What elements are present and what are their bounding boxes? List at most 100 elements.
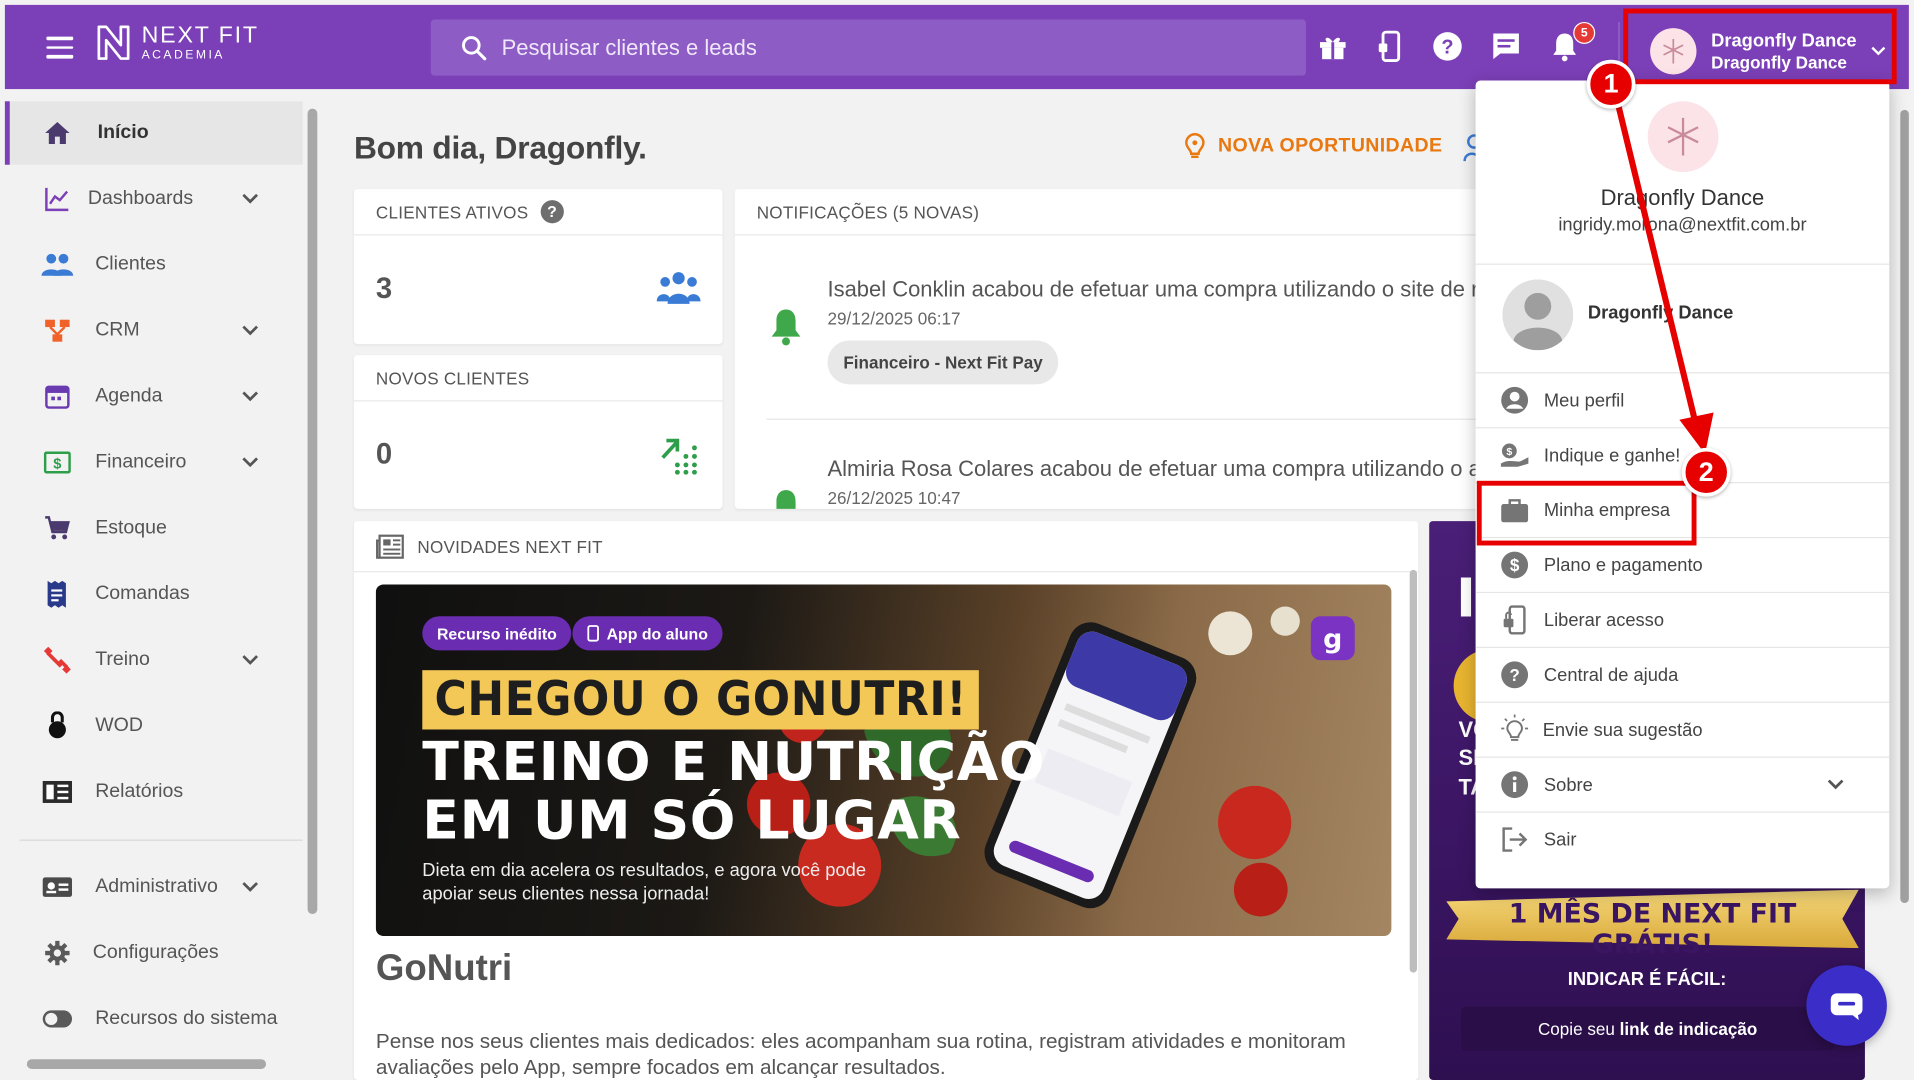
help-icon[interactable]: ? <box>1430 29 1464 63</box>
novos-clientes-card: NOVOS CLIENTES 0 <box>353 355 723 509</box>
sidebar-item-recursos[interactable]: Recursos do sistema <box>5 987 303 1050</box>
promo-subtitle: INDICAR É FÁCIL: <box>1567 968 1727 990</box>
calendar-icon <box>41 381 73 413</box>
sidebar-horizontal-scrollbar[interactable] <box>5 1054 303 1074</box>
sidebar-item-clientes[interactable]: Clientes <box>5 233 303 296</box>
news-text: Pense nos seus clientes mais dedicados: … <box>375 1029 1346 1080</box>
menu-item-liberar-acesso[interactable]: Liberar acesso <box>1476 593 1890 647</box>
chevron-down-icon <box>242 325 259 336</box>
chart-line-icon <box>41 183 73 215</box>
chat-support-button[interactable] <box>1806 965 1887 1046</box>
crm-icon <box>41 315 73 347</box>
gear-icon <box>41 937 73 969</box>
sidebar-item-label: Dashboards <box>87 187 194 209</box>
clientes-ativos-card: CLIENTES ATIVOS? 3 <box>353 189 723 345</box>
dragonfly-logo-icon <box>1663 39 1684 64</box>
briefcase-icon <box>1499 494 1531 526</box>
sidebar-item-label: Comandas <box>95 583 190 605</box>
id-card-icon <box>41 871 73 903</box>
chevron-down-icon <box>242 193 259 204</box>
nova-oportunidade-label: NOVA OPORTUNIDADE <box>1218 135 1443 157</box>
promo-cta-bold: link de indicação <box>1619 1018 1758 1039</box>
sidebar-item-label: Clientes <box>95 253 166 275</box>
chevron-down-icon <box>242 457 259 468</box>
news-scrollbar[interactable] <box>1409 569 1418 973</box>
annotation-step-1: 1 <box>1586 59 1636 109</box>
sidebar-item-label: WOD <box>95 715 143 736</box>
card-title: NOVIDADES NEXT FIT <box>417 536 603 556</box>
menu-item-label: Envie sua sugestão <box>1542 719 1703 741</box>
app-do-aluno-chip: App do aluno <box>572 616 723 651</box>
sidebar-item-label: Treino <box>95 649 150 670</box>
company-avatar <box>1650 28 1697 75</box>
profile-subname: Dragonfly Dance <box>1711 51 1847 72</box>
search-icon <box>462 36 487 61</box>
info-icon <box>1499 769 1531 801</box>
phone-icon <box>587 625 599 642</box>
card-title: CLIENTES ATIVOS <box>375 201 529 222</box>
notification-category-chip: Financeiro - Next Fit Pay <box>827 340 1059 385</box>
sidebar-item-treino[interactable]: Treino <box>5 628 303 691</box>
menu-item-envie-sugestao[interactable]: Envie sua sugestão <box>1476 703 1890 757</box>
sidebar-item-agenda[interactable]: Agenda <box>5 365 303 428</box>
sidebar-item-estoque[interactable]: Estoque <box>5 497 303 560</box>
search-bar[interactable] <box>430 19 1306 76</box>
account-circle-icon <box>1499 384 1531 416</box>
main-vertical-scrollbar[interactable] <box>1895 93 1913 1080</box>
cart-icon <box>41 513 73 545</box>
menu-item-sair[interactable]: Sair <box>1476 813 1890 867</box>
device-unlock-icon <box>1499 604 1531 636</box>
receipt-icon <box>41 578 73 610</box>
svg-text:g: g <box>1323 624 1342 655</box>
growth-arrow-icon <box>661 438 697 475</box>
sidebar-item-relatorios[interactable]: Relatórios <box>5 760 303 823</box>
money-icon: $ <box>41 447 73 479</box>
nextfit-logo[interactable]: NEXT FIT ACADEMIA <box>95 22 259 63</box>
people-group-icon <box>656 272 701 304</box>
sidebar-item-configuracoes[interactable]: Configurações <box>5 921 303 984</box>
svg-text:$: $ <box>1506 446 1512 458</box>
menu-item-label: Sobre <box>1543 774 1593 796</box>
dollar-circle-icon: $ <box>1499 549 1531 581</box>
sidebar-item-inicio[interactable]: Início <box>4 101 303 165</box>
notificacoes-card: NOTIFICAÇÕES (5 NOVAS) Isabel Conklin ac… <box>734 189 1492 509</box>
menu-item-plano-e-pagamento[interactable]: $ Plano e pagamento <box>1476 538 1890 592</box>
help-icon[interactable]: ? <box>540 200 564 224</box>
menu-hamburger-icon[interactable] <box>46 36 74 59</box>
sidebar-vertical-scrollbar[interactable] <box>304 92 321 1056</box>
kettlebell-icon <box>41 710 73 742</box>
chat-icon[interactable] <box>1489 29 1523 63</box>
sidebar-item-label: CRM <box>95 319 140 341</box>
notification-title: Isabel Conklin acabou de efetuar uma com… <box>827 277 1479 302</box>
nova-oportunidade-button[interactable]: NOVA OPORTUNIDADE <box>1181 132 1442 161</box>
device-access-icon[interactable] <box>1373 29 1407 63</box>
promo-cta-prefix: Copie seu <box>1537 1018 1620 1039</box>
chat-bubble-icon <box>1830 993 1863 1021</box>
news-title: GoNutri <box>375 948 513 989</box>
sidebar-item-financeiro[interactable]: $ Financeiro <box>5 431 303 494</box>
banner-headline-3: EM UM SÓ LUGAR <box>422 789 962 852</box>
help-circle-icon: ? <box>1499 659 1531 691</box>
promo-headline: 1 MÊS DE NEXT FIT GRÁTIS! <box>1508 899 1797 961</box>
search-input[interactable] <box>501 34 1259 61</box>
sidebar-item-wod[interactable]: WOD <box>5 694 303 757</box>
sidebar-item-comandas[interactable]: Comandas <box>5 563 303 626</box>
notificacoes-header: NOTIFICAÇÕES (5 NOVAS) <box>734 189 1492 236</box>
gonutri-banner-image[interactable]: g Recurso inédito App do aluno CHEGOU O … <box>375 584 1392 936</box>
promo-cta: Copie seu link de indicação <box>1460 1006 1835 1051</box>
gift-icon[interactable] <box>1316 29 1350 63</box>
sidebar-item-dashboards[interactable]: Dashboards <box>5 167 303 230</box>
sidebar-item-label: Administrativo <box>95 876 218 897</box>
people-icon <box>41 249 74 281</box>
menu-item-minha-empresa[interactable]: Minha empresa <box>1476 483 1890 537</box>
svg-text:?: ? <box>1441 36 1453 58</box>
banner-description: Dieta em dia acelera os resultados, e ag… <box>422 860 867 904</box>
logo-subtitle: ACADEMIA <box>141 48 225 62</box>
logo-title: NEXT FIT <box>141 22 259 49</box>
money-hand-icon: $ <box>1499 439 1531 471</box>
sidebar-item-crm[interactable]: CRM <box>5 299 303 362</box>
menu-item-sobre[interactable]: Sobre <box>1476 758 1890 812</box>
menu-item-central-de-ajuda[interactable]: ? Central de ajuda <box>1476 648 1890 702</box>
nextfit-logo-icon <box>97 25 130 60</box>
sidebar-item-administrativo[interactable]: Administrativo <box>5 855 303 918</box>
